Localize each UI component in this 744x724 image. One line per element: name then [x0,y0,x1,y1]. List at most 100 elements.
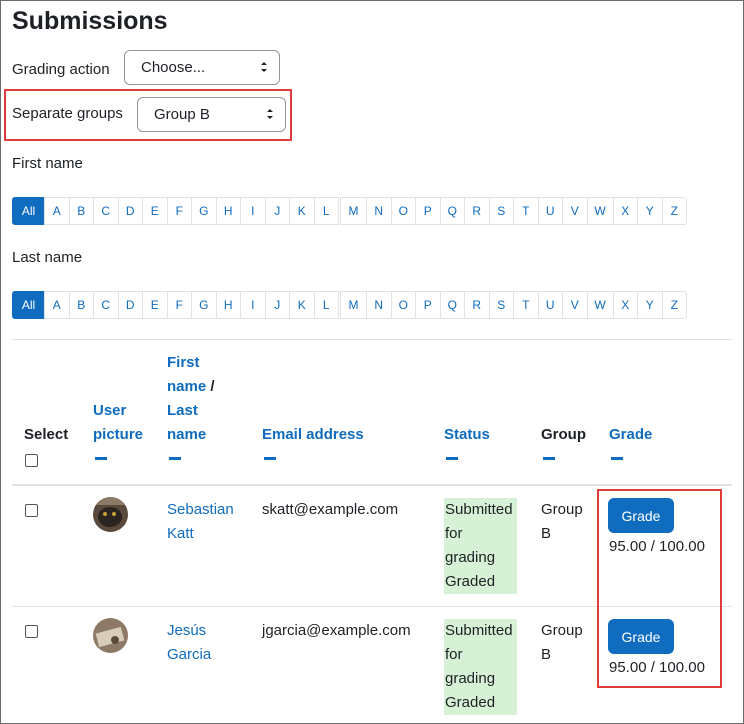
first-name-initial-c[interactable]: C [93,197,119,225]
first-name-initial-g[interactable]: G [191,197,217,225]
collapse-column-icon[interactable] [611,457,623,460]
user-last-name-link[interactable]: Katt [167,522,194,546]
first-name-initial-n[interactable]: N [366,197,392,225]
first-name-initial-i[interactable]: I [240,197,266,225]
first-name-initial-r[interactable]: R [464,197,490,225]
last-name-initial-o[interactable]: O [390,291,416,319]
avatar[interactable] [93,497,128,532]
first-name-initial-q[interactable]: Q [439,197,465,225]
collapse-column-icon[interactable] [446,457,458,460]
header-first-name-line2: name / [167,375,215,399]
user-first-name-link[interactable]: Sebastian [167,498,234,522]
last-name-initial-f[interactable]: F [166,291,192,319]
grading-action-label: Grading action [12,61,110,78]
first-name-initials-bar: All A B C D E F G H I J K L M N O P Q R S T U V W X Y Z [12,197,687,225]
first-name-initial-d[interactable]: D [117,197,143,225]
first-name-initial-z[interactable]: Z [661,197,687,225]
header-name-separator: / [210,378,215,395]
collapse-column-icon[interactable] [169,457,181,460]
user-email: skatt@example.com [262,501,399,518]
last-name-initial-h[interactable]: H [215,291,241,319]
first-name-initial-m[interactable]: M [340,197,367,225]
collapse-column-icon[interactable] [264,457,276,460]
first-name-initial-j[interactable]: J [264,197,290,225]
group-line: B [541,646,552,663]
first-name-initial-p[interactable]: P [415,197,441,225]
separate-groups-label: Separate groups [12,105,123,122]
first-name-initial-l[interactable]: L [313,197,339,225]
last-name-initial-e[interactable]: E [142,291,168,319]
header-status[interactable]: Status [444,423,490,447]
first-name-initial-h[interactable]: H [215,197,241,225]
header-user-picture-line1[interactable]: User [93,399,126,423]
status-line: grading [445,549,496,566]
last-name-initial-p[interactable]: P [415,291,441,319]
first-name-initial-k[interactable]: K [289,197,315,225]
last-name-initial-s[interactable]: S [488,291,514,319]
first-name-initial-v[interactable]: V [562,197,588,225]
separate-groups-value: Group B [154,106,210,123]
collapse-column-icon[interactable] [95,457,107,460]
header-email[interactable]: Email address [262,423,364,447]
header-user-picture-line2[interactable]: picture [93,423,143,447]
header-last-name-line1[interactable]: Last [167,399,198,423]
last-name-initial-n[interactable]: N [366,291,392,319]
grading-action-value: Choose... [141,59,206,76]
group-line: B [541,525,552,542]
last-name-initial-a[interactable]: A [44,291,70,319]
first-name-initial-x[interactable]: X [612,197,638,225]
last-name-initial-i[interactable]: I [240,291,266,319]
last-name-initial-l[interactable]: L [313,291,339,319]
row-select-checkbox[interactable] [25,625,38,638]
last-name-initial-b[interactable]: B [68,291,94,319]
first-name-initial-w[interactable]: W [586,197,614,225]
last-name-initial-m[interactable]: M [340,291,367,319]
status-line: Graded [445,573,496,590]
last-name-initial-d[interactable]: D [117,291,143,319]
separate-groups-select[interactable]: Group B [137,97,286,132]
select-arrows-icon [267,109,273,119]
status-line: Submitted [445,501,513,518]
last-name-initial-u[interactable]: U [537,291,563,319]
last-name-initial-c[interactable]: C [93,291,119,319]
grading-action-select[interactable]: Choose... [124,50,280,85]
last-name-initial-g[interactable]: G [191,291,217,319]
first-name-initial-all[interactable]: All [12,197,45,225]
last-name-initial-x[interactable]: X [612,291,638,319]
last-name-initial-v[interactable]: V [562,291,588,319]
last-name-initial-q[interactable]: Q [439,291,465,319]
first-name-initial-a[interactable]: A [44,197,70,225]
first-name-initial-o[interactable]: O [390,197,416,225]
header-group: Group [541,426,586,443]
row-select-checkbox[interactable] [25,504,38,517]
first-name-initial-s[interactable]: S [488,197,514,225]
user-last-name-link[interactable]: Garcia [167,643,211,667]
header-grade[interactable]: Grade [609,423,652,447]
header-last-name-line2[interactable]: name [167,423,206,447]
last-name-initial-z[interactable]: Z [661,291,687,319]
last-name-initial-w[interactable]: W [586,291,614,319]
first-name-initial-b[interactable]: B [68,197,94,225]
user-email: jgarcia@example.com [262,622,411,639]
first-name-initial-t[interactable]: T [513,197,539,225]
select-all-checkbox[interactable] [25,454,38,467]
last-name-initial-r[interactable]: R [464,291,490,319]
status-line: for [445,646,463,663]
header-first-name-link[interactable]: name [167,378,206,395]
last-name-initial-y[interactable]: Y [637,291,663,319]
header-first-name-line1[interactable]: First [167,351,200,375]
status-badge: Submitted for grading Graded [444,619,517,715]
last-name-initial-k[interactable]: K [289,291,315,319]
collapse-column-icon[interactable] [543,457,555,460]
user-first-name-link[interactable]: Jesús [167,619,206,643]
first-name-initial-f[interactable]: F [166,197,192,225]
status-line: Graded [445,694,496,711]
last-name-initial-t[interactable]: T [513,291,539,319]
avatar[interactable] [93,618,128,653]
last-name-initial-all[interactable]: All [12,291,45,319]
first-name-initial-e[interactable]: E [142,197,168,225]
first-name-initial-u[interactable]: U [537,197,563,225]
first-name-initial-y[interactable]: Y [637,197,663,225]
status-line: for [445,525,463,542]
last-name-initial-j[interactable]: J [264,291,290,319]
